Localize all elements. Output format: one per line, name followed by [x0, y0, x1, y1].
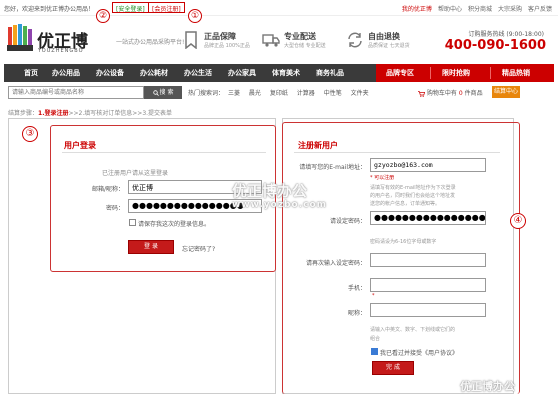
confirm-password-label: 请再次输入设定密码： [305, 260, 366, 267]
required-star: * [372, 293, 375, 299]
email-valid-note: * 可以注册 [370, 175, 395, 181]
watermark-bottom: 优正博办公 [460, 380, 515, 393]
hot-search-label: 热门搜索词： [188, 90, 225, 97]
nav-business-gifts[interactable]: 商务礼品 [316, 64, 344, 82]
cart-count: 0 [458, 90, 463, 97]
nav-office-supplies[interactable]: 办公用品 [52, 64, 80, 82]
phone-input[interactable] [370, 278, 486, 292]
confirm-password-input[interactable] [370, 253, 486, 267]
register-email-label: 请填写您的E-mail地址： [299, 164, 366, 171]
watermark-cn: 优正博办公 [232, 182, 308, 200]
top-links: 我的优正博 帮助中心 积分商城 大宗采购 客户反馈 [402, 4, 552, 13]
logo-subtext: YOUZHENGBO [38, 48, 84, 54]
register-email-input[interactable]: gzyozbo@163.com [370, 158, 486, 172]
hotline-number: 400-090-1600 [444, 38, 546, 53]
feature-delivery: 专业配送 大型仓储 专业配送 [262, 29, 340, 53]
login-subtitle: 已注册用户请从这里登录 [102, 170, 169, 177]
search-bar: 搜 索 热门搜索词： 三菱 晨光 复印纸 计算器 中性笔 文件夹 购物车中有 0… [4, 85, 554, 101]
hot-term[interactable]: 中性笔 [324, 90, 342, 97]
login-email-label: 邮箱/昵称： [91, 186, 124, 193]
search-icon [152, 89, 159, 96]
agree-checkbox[interactable] [371, 348, 378, 355]
nav-office-equipment[interactable]: 办公设备 [96, 64, 124, 82]
main-nav: 首页 办公用品 办公设备 办公耗材 办公生活 办公家具 体育美术 商务礼品 品牌… [4, 64, 554, 82]
step-two: >>2.填写核对订单信息 [68, 110, 133, 117]
remember-checkbox[interactable] [129, 219, 136, 226]
top-link-my-account[interactable]: 我的优正博 [402, 4, 432, 13]
nickname-label: 昵称： [347, 310, 366, 317]
hot-term[interactable]: 复印纸 [270, 90, 288, 97]
register-submit-button[interactable]: 完 成 [372, 361, 414, 375]
hotline-label: 订购服务热线 (9:00-18:00) [468, 31, 544, 38]
nav-office-furniture[interactable]: 办公家具 [228, 64, 256, 82]
nav-home[interactable]: 首页 [24, 64, 38, 82]
nav-sports-art[interactable]: 体育美术 [272, 64, 300, 82]
feature-genuine: 正品保障 品牌正品 100%正品 [182, 29, 258, 53]
annotation-four: ④ [510, 213, 526, 229]
secure-login-link[interactable]: [安全登录] [112, 2, 149, 13]
watermark-url: www.yozbo.com [232, 200, 328, 210]
search-button[interactable]: 搜 索 [144, 86, 182, 99]
return-arrows-icon [348, 32, 362, 48]
phone-label: 手机： [347, 285, 366, 292]
nav-office-consumables[interactable]: 办公耗材 [140, 64, 168, 82]
cart-summary[interactable]: 购物车中有 0 件商品 [418, 88, 483, 97]
search-button-label: 搜 索 [159, 89, 174, 96]
nav-flash-sale[interactable]: 限时抢购 [442, 64, 470, 82]
password-hint: 密码请设为6-16位字母或数字 [370, 239, 437, 245]
feature-return: 自由退换 品质保证 七天退货 [346, 29, 426, 53]
step-three: >>3.提交表单 [132, 110, 173, 117]
nickname-hint-2: 组合 [370, 336, 381, 342]
nav-hot-sellers[interactable]: 精品热销 [502, 64, 530, 82]
logo-pencils-icon [7, 24, 33, 51]
top-bar: 您好，欢迎来到优正博办公用品！ [安全登录] [会员注册] 我的优正博 帮助中心… [0, 0, 558, 16]
nav-promo-area: 品牌专区 限时抢购 精品热销 [376, 64, 554, 82]
top-link-bulk-purchase[interactable]: 大宗采购 [498, 4, 522, 13]
login-title: 用户登录 [64, 141, 96, 150]
agree-label[interactable]: 我已看过并接受《用户协议》 [380, 348, 458, 357]
login-button[interactable]: 登 录 [128, 240, 174, 254]
email-hint-3: 送您的帐户信息，订单通知等。 [370, 201, 441, 207]
cart-icon [418, 90, 426, 97]
register-password-input[interactable]: ●●●●●●●●●●●●●●●● [370, 211, 486, 225]
checkout-steps: 结算步骤：1.登录注册>>2.填写核对订单信息>>3.提交表单 [8, 110, 173, 117]
top-link-feedback[interactable]: 客户反馈 [528, 4, 552, 13]
annotation-three: ③ [22, 126, 38, 142]
register-password-label: 请设定密码： [329, 218, 366, 225]
top-link-help[interactable]: 帮助中心 [438, 4, 462, 13]
login-password-label: 密码： [105, 205, 124, 212]
forgot-password-link[interactable]: 忘记密码了? [182, 244, 215, 253]
greeting-text: 您好，欢迎来到优正博办公用品！ [4, 6, 95, 13]
hot-term[interactable]: 文件夹 [351, 90, 369, 97]
hot-term[interactable]: 三菱 [228, 90, 240, 97]
member-register-link[interactable]: [会员注册] [148, 2, 185, 13]
nav-office-life[interactable]: 办公生活 [184, 64, 212, 82]
email-hint-2: 的用户名，同时我们也会给这个地址发 [370, 193, 456, 199]
hot-term[interactable]: 计算器 [297, 90, 315, 97]
bookmark-icon [185, 31, 197, 49]
nickname-input[interactable] [370, 303, 486, 317]
slogan: 一站式办公用品采购平台! [116, 39, 185, 46]
top-link-points-mall[interactable]: 积分商城 [468, 4, 492, 13]
search-input[interactable] [8, 86, 144, 99]
hot-term[interactable]: 晨光 [249, 90, 261, 97]
email-hint-1: 请填写有效的E-mail地址作为下次登录 [370, 185, 456, 191]
truck-icon [262, 34, 280, 47]
checkout-button[interactable]: 结算中心 [492, 86, 520, 98]
site-header: 优正博 YOUZHENGBO 一站式办公用品采购平台! 正品保障 品牌正品 10… [0, 17, 558, 63]
register-title: 注册新用户 [298, 141, 338, 150]
step-current: 1.登录注册 [38, 110, 69, 117]
nav-brand-zone[interactable]: 品牌专区 [386, 64, 414, 82]
remember-label: 请保存我这次的登录信息。 [138, 221, 211, 228]
hot-search: 热门搜索词： 三菱 晨光 复印纸 计算器 中性笔 文件夹 [188, 88, 376, 97]
nickname-hint-1: 请输入中英文、数字、下划线或它们的 [370, 327, 456, 333]
